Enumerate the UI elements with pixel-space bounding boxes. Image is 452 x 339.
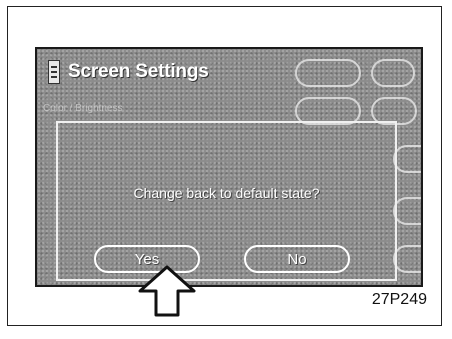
background-button-1 xyxy=(295,59,361,87)
settings-icon xyxy=(48,60,60,84)
background-button-7 xyxy=(393,245,421,273)
dialog-message: Change back to default state? xyxy=(133,185,320,201)
background-button-5 xyxy=(393,145,421,173)
nav-screen: Screen Settings Color / Brightness Chang… xyxy=(35,47,423,287)
no-button[interactable]: No xyxy=(244,245,350,273)
background-button-6 xyxy=(393,197,421,225)
background-button-2 xyxy=(371,59,415,87)
background-label: Color / Brightness xyxy=(43,103,123,114)
pointer-arrow-icon xyxy=(138,265,196,317)
confirm-dialog: Change back to default state? Yes No xyxy=(56,121,397,281)
figure-code: 27P249 xyxy=(371,291,427,308)
screen-title: Screen Settings xyxy=(68,61,209,82)
figure-frame: Screen Settings Color / Brightness Chang… xyxy=(7,6,442,326)
